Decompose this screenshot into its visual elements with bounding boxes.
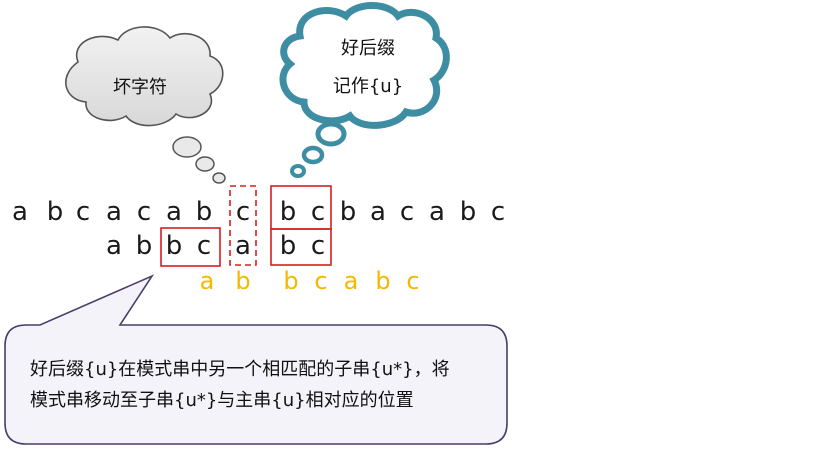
main-char: c: [136, 197, 152, 227]
bad-char-cloud: [65, 26, 226, 184]
shifted-char: a: [343, 267, 359, 295]
main-char: c: [75, 197, 91, 227]
main-char: c: [490, 197, 506, 227]
main-char: b: [279, 197, 297, 227]
main-char: b: [339, 197, 357, 227]
main-char: a: [429, 197, 445, 227]
main-char: a: [370, 197, 386, 227]
main-char: b: [195, 197, 213, 227]
pattern-char: b: [135, 231, 153, 261]
good-suffix-label: 好后缀: [341, 38, 395, 59]
callout-line-2: 模式串移动至子串{u*}与主串{u}相对应的位置: [30, 390, 414, 411]
main-char: a: [106, 197, 122, 227]
shifted-char: c: [314, 267, 328, 295]
shifted-char: b: [283, 267, 299, 295]
shifted-char: c: [406, 267, 420, 295]
shifted-char: b: [375, 267, 391, 295]
main-char: c: [310, 197, 326, 227]
main-char: c: [399, 197, 415, 227]
main-char: a: [166, 197, 182, 227]
main-char: b: [459, 197, 477, 227]
pattern-char: a: [235, 231, 251, 261]
shifted-char: a: [199, 267, 215, 295]
shifted-char: b: [235, 267, 251, 295]
main-char: a: [12, 197, 28, 227]
pattern-char: b: [279, 231, 297, 261]
pattern-char: c: [310, 231, 326, 261]
main-char: b: [46, 197, 64, 227]
bad-char-label: 坏字符: [113, 77, 167, 98]
pattern-char: a: [106, 231, 122, 261]
good-suffix-notation: 记作{u}: [332, 76, 404, 97]
pattern-char: c: [196, 231, 212, 261]
pattern-char: b: [165, 231, 183, 261]
main-char: c: [235, 197, 251, 227]
callout-line-1: 好后缀{u}在模式串中另一个相匹配的子串{u*}，将: [30, 359, 450, 380]
